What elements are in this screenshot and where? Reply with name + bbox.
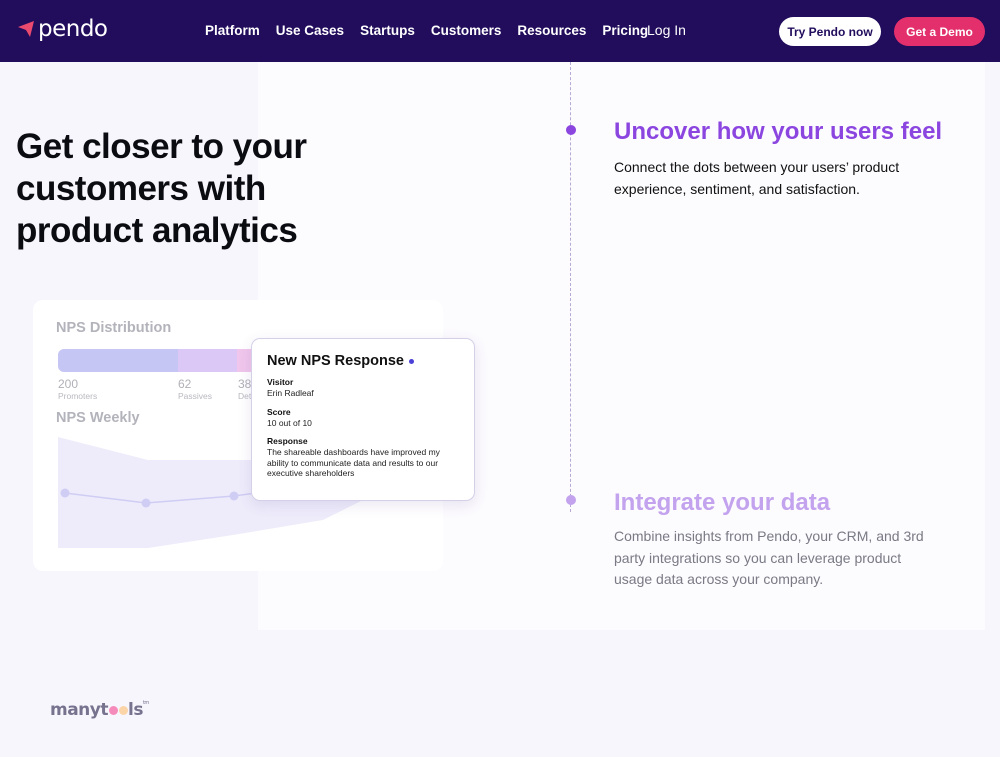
detractors-count: 38 xyxy=(238,377,252,391)
feature-integrate[interactable]: Integrate your data Combine insights fro… xyxy=(614,485,934,591)
weekly-point xyxy=(60,488,70,498)
weekly-point xyxy=(229,491,239,501)
nav-customers[interactable]: Customers xyxy=(431,23,502,38)
promoters-segment xyxy=(58,349,178,372)
status-dot-icon xyxy=(409,358,414,364)
nps-weekly-title: NPS Weekly xyxy=(56,410,140,426)
passives-label: Passives xyxy=(178,391,213,401)
feature-text: Connect the dots between your users’ pro… xyxy=(614,159,900,197)
hero-title: Get closer to your customers with produc… xyxy=(16,127,307,250)
nav-startups[interactable]: Startups xyxy=(360,23,415,38)
promoters-label: Promoters xyxy=(58,391,98,401)
response-label: Response xyxy=(267,436,308,446)
nav-pricing[interactable]: Pricing xyxy=(602,23,648,38)
feature-title: Uncover how your users feel xyxy=(614,118,943,145)
popup-title: New NPS Response xyxy=(267,353,404,369)
visitor-value: Erin Radleaf xyxy=(267,388,314,398)
score-value: 10 out of 10 xyxy=(267,417,312,428)
visitor-label: Visitor xyxy=(267,377,294,387)
pendo-logo-icon xyxy=(18,21,34,37)
passives-count: 62 xyxy=(178,377,192,391)
feature-uncover[interactable]: Uncover how your users feel Connect the … xyxy=(614,114,944,200)
nav-platform[interactable]: Platform xyxy=(205,23,260,38)
promoters-count: 200 xyxy=(58,377,79,391)
trademark: tm xyxy=(142,700,149,706)
feature-text: Combine insights from Pendo, your CRM, a… xyxy=(614,528,924,587)
response-value: The shareable dashboards have improved m… xyxy=(267,447,440,478)
feature-title: Integrate your data xyxy=(614,489,831,516)
weekly-point xyxy=(141,498,151,508)
get-demo-button[interactable]: Get a Demo xyxy=(894,17,985,46)
top-nav: pendo Platform Use Cases Startups Custom… xyxy=(0,0,1000,62)
try-pendo-button[interactable]: Try Pendo now xyxy=(779,17,881,46)
timeline-dot[interactable] xyxy=(566,495,576,505)
nav-resources[interactable]: Resources xyxy=(517,23,586,38)
login-link[interactable]: Log In xyxy=(647,22,686,38)
timeline-dot-active[interactable] xyxy=(566,125,576,135)
pendo-logo[interactable]: pendo xyxy=(16,16,108,42)
nav-use-cases[interactable]: Use Cases xyxy=(276,23,344,38)
logo-text: pendo xyxy=(38,16,108,42)
score-label: Score xyxy=(267,406,291,417)
nps-distribution-title: NPS Distribution xyxy=(56,320,172,336)
passives-segment xyxy=(178,349,237,372)
nps-response-popup: New NPS Response Visitor Erin Radleaf Sc… xyxy=(251,338,475,501)
manytools-watermark: manyt ls tm xyxy=(50,700,149,720)
